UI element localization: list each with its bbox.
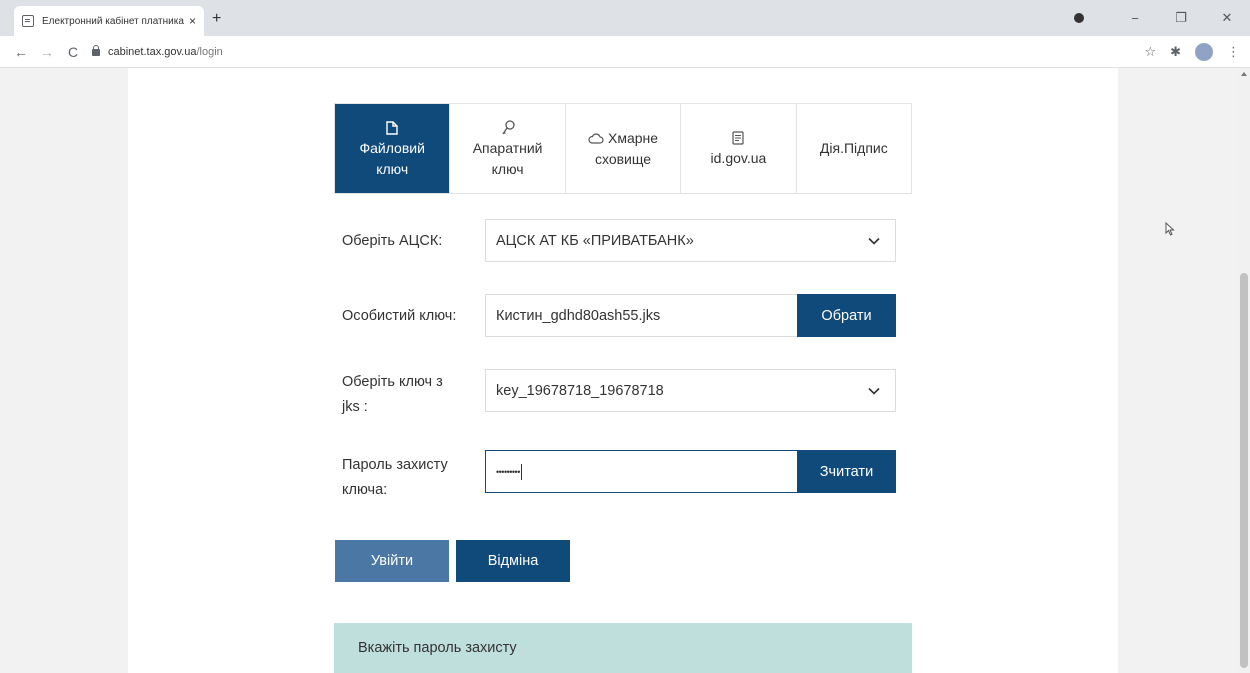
tab-label-line1: Файловий — [359, 139, 425, 156]
tab-label-line2: ключ — [376, 160, 409, 177]
minimize-button[interactable]: − — [1112, 11, 1158, 26]
tab-cloud-storage[interactable]: Хмарне сховище — [566, 104, 682, 193]
password-masked-value: ••••••••• — [496, 466, 520, 477]
password-alert-message: Вкажіть пароль захисту — [334, 623, 912, 673]
profile-avatar[interactable] — [1195, 43, 1213, 61]
tab-label-line1: Хмарне — [607, 129, 659, 146]
tab-label-line1: id.gov.ua — [710, 150, 767, 166]
cancel-button[interactable]: Відміна — [456, 540, 570, 582]
alert-text: Вкажіть пароль захисту — [358, 640, 517, 656]
browser-profile-indicator-icon[interactable] — [1074, 13, 1084, 23]
enter-button[interactable]: Увійти — [335, 540, 449, 582]
address-bar: ← → C cabinet.tax.gov.ua/login ☆ ✱ ⋮ — [0, 36, 1250, 68]
page-favicon-icon — [22, 15, 34, 27]
key-icon — [501, 118, 515, 138]
tab-label-line1: Апаратний — [472, 139, 543, 156]
password-label-line1: Пароль захисту — [342, 457, 448, 473]
tab-close-icon[interactable]: × — [189, 14, 196, 28]
back-button[interactable]: ← — [8, 44, 34, 60]
tab-label-line1: Дія.Підпис — [819, 140, 888, 156]
bookmark-star-icon[interactable]: ☆ — [1144, 44, 1156, 60]
browser-tab[interactable]: Електронний кабінет платника × — [14, 6, 204, 36]
maximize-button[interactable]: ❐ — [1158, 10, 1204, 26]
tab-id-gov-ua[interactable]: id.gov.ua — [681, 104, 797, 193]
personal-key-filename: Кистин_gdhd80ash55.jks — [496, 307, 661, 324]
url-host: cabinet.tax.gov.ua — [108, 45, 197, 58]
jks-key-select[interactable]: key_19678718_19678718 — [485, 369, 896, 412]
extensions-puzzle-icon[interactable]: ✱ — [1170, 44, 1181, 60]
scroll-up-arrow-icon[interactable] — [1241, 72, 1247, 76]
tab-file-key[interactable]: Файловий ключ — [335, 104, 451, 193]
forward-button[interactable]: → — [34, 44, 60, 60]
toolbar-actions: ☆ ✱ ⋮ — [1144, 36, 1240, 68]
chevron-down-icon — [868, 237, 880, 245]
read-key-button[interactable]: Зчитати — [797, 450, 896, 493]
jks-key-label-line1: Оберіть ключ з — [342, 374, 443, 390]
acsk-select[interactable]: АЦСК АТ КБ «ПРИВАТБАНК» — [485, 219, 896, 262]
scrollbar-thumb[interactable] — [1240, 273, 1248, 668]
personal-key-field[interactable]: Кистин_gdhd80ash55.jks — [485, 294, 798, 337]
cloud-icon — [588, 133, 604, 144]
new-tab-button[interactable]: + — [212, 10, 221, 28]
reload-button[interactable]: C — [60, 44, 86, 60]
text-caret — [520, 463, 522, 480]
personal-key-label: Особистий ключ: — [342, 308, 457, 324]
lock-icon — [92, 45, 100, 56]
tab-label-line2: ключ — [491, 160, 524, 177]
page-scrollbar[interactable] — [1238, 68, 1250, 673]
browser-tab-title: Електронний кабінет платника — [42, 15, 184, 27]
choose-file-button[interactable]: Обрати — [797, 294, 896, 337]
window-controls: − ❐ ✕ — [1074, 0, 1250, 36]
tab-hardware-key[interactable]: Апаратний ключ — [450, 104, 566, 193]
mouse-cursor-icon — [1165, 222, 1175, 236]
browser-menu-icon[interactable]: ⋮ — [1227, 44, 1240, 60]
tab-label-line1-wrap: Хмарне — [588, 128, 658, 149]
close-window-button[interactable]: ✕ — [1204, 10, 1250, 26]
tab-diia-signature[interactable]: Дія.Підпис — [797, 104, 911, 193]
chevron-down-icon — [868, 387, 880, 395]
jks-key-selected-value: key_19678718_19678718 — [496, 382, 664, 399]
password-label-line2: ключа: — [342, 482, 388, 498]
url-path: /login — [196, 45, 223, 58]
acsk-selected-value: АЦСК АТ КБ «ПРИВАТБАНК» — [496, 232, 694, 249]
file-icon — [386, 118, 398, 138]
acsk-label: Оберіть АЦСК: — [342, 233, 443, 249]
jks-key-label-line2: jks : — [342, 399, 368, 415]
password-input[interactable]: ••••••••• — [485, 450, 798, 493]
browser-tab-bar: Електронний кабінет платника × + − ❐ ✕ — [0, 0, 1250, 36]
tab-label-line2: сховище — [594, 150, 652, 167]
signing-method-tabs: Файловий ключ Апаратний ключ Хмарне схов… — [334, 103, 912, 194]
url-field[interactable]: cabinet.tax.gov.ua/login — [92, 45, 223, 58]
document-icon — [732, 128, 745, 148]
